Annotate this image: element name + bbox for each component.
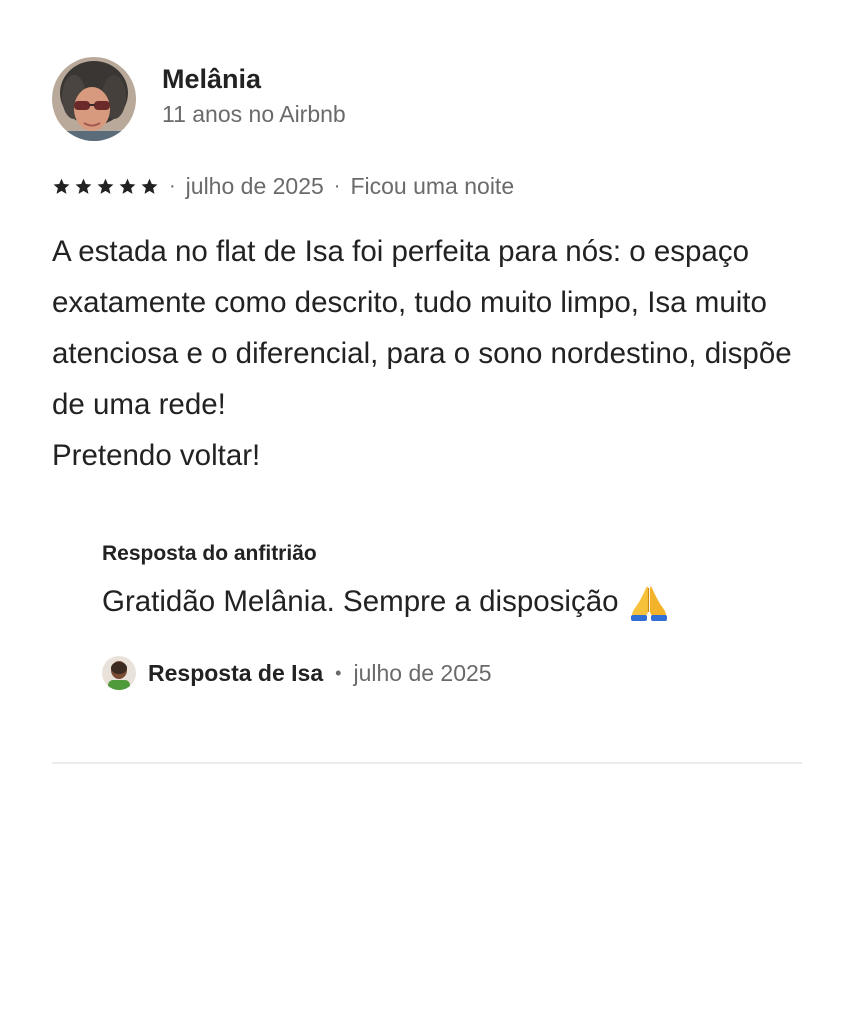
review-text: A estada no flat de Isa foi perfeita par…	[52, 235, 792, 472]
praying-hands-icon	[630, 586, 667, 621]
meta-separator: ·	[169, 174, 176, 197]
reviewer-photo-icon	[52, 57, 136, 141]
meta-separator: ·	[333, 174, 341, 197]
reviewer-name[interactable]: Melânia	[162, 62, 346, 96]
host-response-title: Resposta do anfitrião	[102, 542, 317, 565]
star-icon	[141, 178, 158, 194]
host-response: Resposta do anfitrião Gratidão Melânia. …	[102, 539, 802, 693]
star-rating	[52, 177, 159, 196]
host-response-text-row: Gratidão Melânia. Sempre a disposição	[102, 581, 802, 623]
host-avatar[interactable]	[102, 656, 136, 690]
host-response-author[interactable]: Resposta de Isa	[148, 660, 323, 687]
host-response-text: Gratidão Melânia. Sempre a disposição	[102, 585, 619, 618]
reviewer-header: Melânia 11 anos no Airbnb	[52, 56, 802, 142]
review-card: Melânia 11 anos no Airbnb · julho de 202…	[52, 56, 802, 693]
star-icon	[53, 178, 70, 194]
star-icon	[119, 178, 136, 194]
reviewer-tenure: 11 anos no Airbnb	[162, 101, 346, 127]
star-icon	[97, 178, 114, 194]
review-meta: · julho de 2025 · Ficou uma noite	[52, 170, 802, 202]
stay-length: Ficou uma noite	[350, 172, 515, 199]
star-icon	[75, 178, 92, 194]
host-photo-icon	[102, 656, 136, 690]
host-response-date: julho de 2025	[353, 659, 492, 686]
reviewer-info: Melânia 11 anos no Airbnb	[162, 62, 346, 130]
reviewer-avatar[interactable]	[52, 57, 136, 141]
host-response-footer: Resposta de Isa • julho de 2025	[102, 653, 802, 693]
section-divider	[52, 762, 802, 764]
footer-separator: •	[335, 662, 342, 683]
review-date: julho de 2025	[185, 172, 324, 199]
